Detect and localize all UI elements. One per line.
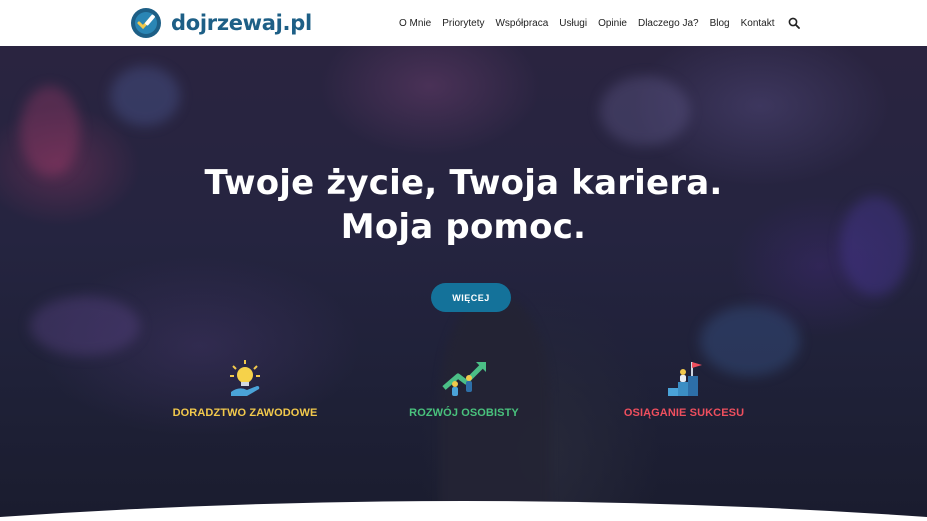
- feature-label: DORADZTWO ZAWODOWE: [172, 407, 318, 419]
- logo-text: dojrzewaj.pl: [171, 11, 312, 35]
- nav-item-blog[interactable]: Blog: [710, 18, 730, 29]
- feature-label: OSIĄGANIE SUKCESU: [623, 407, 745, 419]
- site-logo[interactable]: dojrzewaj.pl: [130, 7, 312, 39]
- feature-achieving-success[interactable]: OSIĄGANIE SUKCESU: [589, 358, 779, 419]
- lightbulb-hand-icon: [230, 360, 260, 396]
- background-bokeh: [110, 66, 180, 126]
- growth-arrow-icon: [442, 362, 486, 396]
- more-button[interactable]: WIĘCEJ: [431, 283, 511, 312]
- nav-item-priorytety[interactable]: Priorytety: [442, 18, 484, 29]
- hero-title-line-2: Moja pomoc.: [340, 207, 587, 247]
- feature-personal-growth[interactable]: ROZWÓJ OSOBISTY: [369, 358, 559, 419]
- background-bokeh: [600, 76, 690, 146]
- main-nav: O Mnie Priorytety Współpraca Usługi Opin…: [399, 0, 800, 46]
- feature-label: ROZWÓJ OSOBISTY: [409, 407, 519, 419]
- hero-bottom-curve: [0, 501, 927, 521]
- hero-title: Twoje życie, Twoja kariera. Moja pomoc.: [0, 161, 927, 249]
- feature-career-advice[interactable]: DORADZTWO ZAWODOWE: [150, 358, 340, 419]
- nav-item-opinie[interactable]: Opinie: [598, 18, 627, 29]
- site-header: dojrzewaj.pl O Mnie Priorytety Współprac…: [0, 0, 927, 46]
- nav-item-uslugi[interactable]: Usługi: [559, 18, 587, 29]
- hero-title-line-1: Twoje życie, Twoja kariera.: [204, 163, 723, 203]
- nav-item-dlaczego-ja[interactable]: Dlaczego Ja?: [638, 18, 699, 29]
- nav-item-o-mnie[interactable]: O Mnie: [399, 18, 431, 29]
- nav-item-kontakt[interactable]: Kontakt: [741, 18, 775, 29]
- hero-section: Twoje życie, Twoja kariera. Moja pomoc. …: [0, 46, 927, 521]
- success-flag-icon: [668, 362, 702, 396]
- background-bokeh: [30, 296, 140, 356]
- logo-icon: [131, 8, 161, 38]
- search-icon[interactable]: [788, 17, 800, 29]
- nav-item-wspolpraca[interactable]: Współpraca: [495, 18, 548, 29]
